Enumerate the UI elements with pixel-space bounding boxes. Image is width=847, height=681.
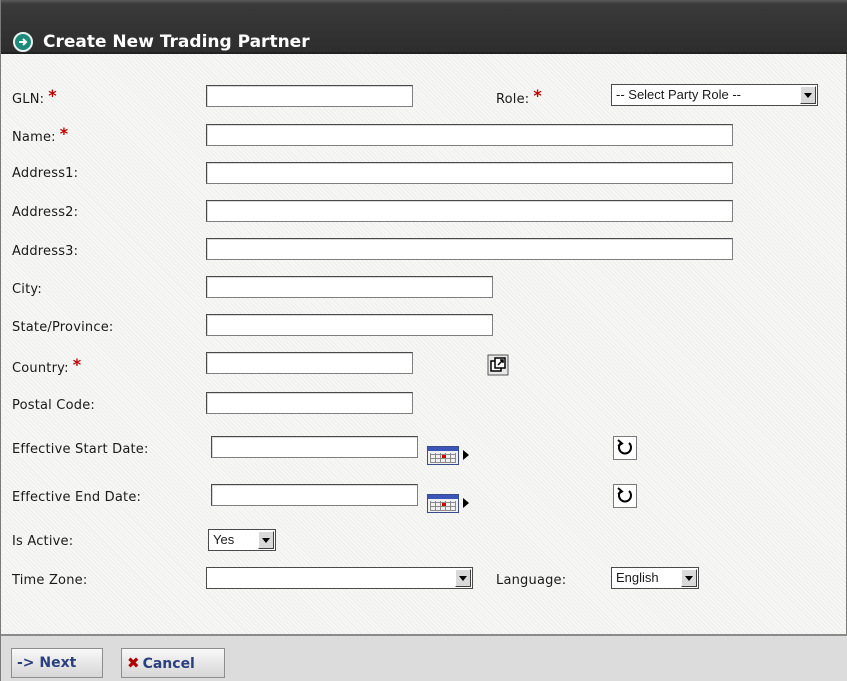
state-input[interactable]: [206, 314, 493, 336]
language-select[interactable]: English: [611, 567, 699, 589]
start-date-label: Effective Start Date:: [12, 442, 149, 457]
calendar-icon[interactable]: [425, 491, 471, 515]
close-icon: ✖: [127, 654, 140, 672]
language-label: Language:: [496, 573, 567, 588]
chevron-down-icon[interactable]: [681, 569, 697, 587]
required-marker: *: [59, 124, 69, 143]
calendar-icon[interactable]: [425, 443, 471, 467]
address3-input[interactable]: [206, 238, 733, 260]
address1-label: Address1:: [12, 166, 79, 181]
reset-icon[interactable]: [613, 436, 637, 460]
role-label-text: Role:: [496, 92, 530, 107]
end-date-label: Effective End Date:: [12, 490, 142, 505]
gln-label: GLN: *: [12, 88, 57, 108]
next-button[interactable]: -> Next: [11, 648, 103, 678]
cancel-button[interactable]: ✖ Cancel: [121, 648, 225, 678]
address1-input[interactable]: [206, 162, 733, 184]
time-zone-label: Time Zone:: [12, 573, 88, 588]
country-label-text: Country:: [12, 361, 69, 376]
postal-code-label: Postal Code:: [12, 398, 95, 413]
name-input[interactable]: [206, 124, 733, 146]
next-button-label: -> Next: [17, 655, 77, 671]
page-title: Create New Trading Partner: [43, 32, 310, 52]
gln-input[interactable]: [206, 85, 413, 107]
create-trading-partner-panel: Create New Trading Partner GLN: * Role: * …: [0, 0, 847, 681]
state-label: State/Province:: [12, 320, 114, 335]
required-marker: *: [48, 86, 57, 105]
time-zone-select[interactable]: [206, 567, 473, 589]
lookup-popup-icon[interactable]: [487, 354, 509, 376]
postal-code-input[interactable]: [206, 392, 413, 414]
address2-label: Address2:: [12, 205, 79, 220]
city-input[interactable]: [206, 276, 493, 298]
country-label: Country: *: [12, 357, 81, 377]
end-date-input[interactable]: [211, 484, 418, 506]
role-select-value: -- Select Party Role --: [616, 87, 741, 102]
is-active-select-value: Yes: [213, 532, 235, 547]
role-label: Role: *: [496, 88, 542, 108]
country-input[interactable]: [206, 352, 413, 374]
name-label-text: Name:: [12, 130, 56, 145]
chevron-down-icon[interactable]: [455, 569, 471, 587]
chevron-down-icon[interactable]: [258, 531, 274, 549]
address2-input[interactable]: [206, 200, 733, 222]
required-marker: *: [72, 355, 82, 374]
calendar-pad: [427, 446, 459, 465]
arrow-circle-icon: [13, 32, 33, 52]
calendar-pad: [427, 494, 459, 513]
footer-toolbar: -> Next ✖ Cancel: [1, 634, 847, 681]
language-select-value: English: [616, 570, 659, 585]
is-active-select[interactable]: Yes: [208, 529, 276, 551]
name-label: Name: *: [12, 126, 68, 146]
required-marker: *: [533, 86, 542, 105]
address3-label: Address3:: [12, 244, 79, 259]
cancel-button-label: Cancel: [142, 656, 195, 672]
reset-icon[interactable]: [613, 484, 637, 508]
start-date-input[interactable]: [211, 436, 418, 458]
chevron-down-icon[interactable]: [800, 86, 816, 104]
is-active-label: Is Active:: [12, 534, 74, 549]
gln-label-text: GLN:: [12, 92, 45, 107]
title-bar: Create New Trading Partner: [1, 0, 847, 54]
role-select[interactable]: -- Select Party Role --: [611, 84, 818, 106]
city-label: City:: [12, 282, 42, 297]
